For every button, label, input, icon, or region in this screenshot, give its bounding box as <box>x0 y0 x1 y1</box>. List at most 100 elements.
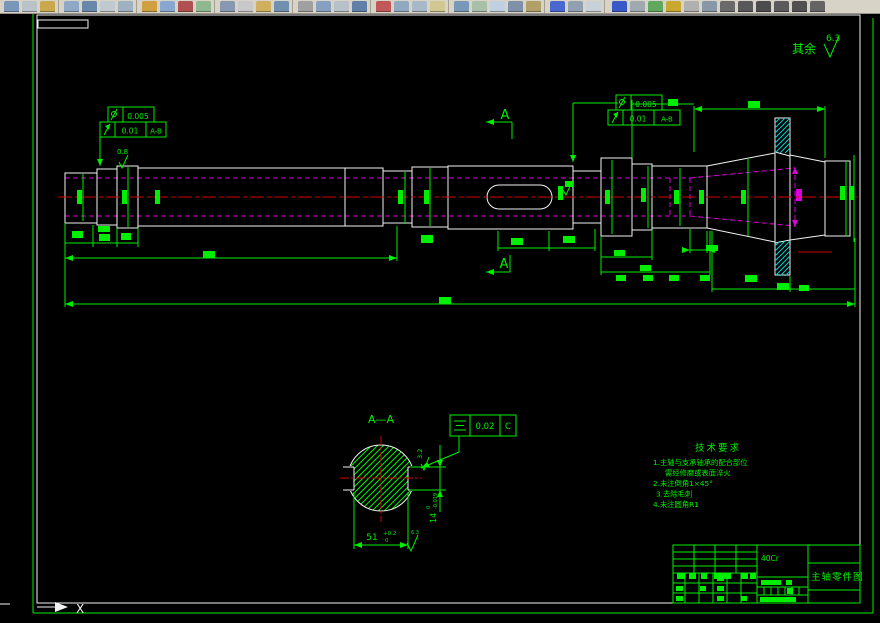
frame-corner-box <box>37 19 89 29</box>
dimension-text-blob <box>643 275 653 281</box>
toolbar-icon[interactable] <box>334 1 349 12</box>
toolbar-icon[interactable] <box>238 1 253 12</box>
toolbar-icon[interactable] <box>64 1 79 12</box>
title-block-text-blob <box>700 586 706 591</box>
toolbar-icon[interactable] <box>220 1 235 12</box>
toolbar-icon[interactable] <box>792 1 807 12</box>
title-block-text-blob <box>761 580 781 585</box>
toolbar-icon[interactable] <box>666 1 681 12</box>
toolbar-icon[interactable] <box>472 1 487 12</box>
dimension-text-blob <box>640 265 651 271</box>
title-block-text-blob <box>750 573 756 579</box>
dimension-text-blob <box>98 226 110 232</box>
dimension-text-blob <box>614 250 625 256</box>
toolbar-icon[interactable] <box>100 1 115 12</box>
dim-across-flats-tol-dn: 0 <box>385 538 389 544</box>
toolbar-icon[interactable] <box>702 1 717 12</box>
toolbar-icon[interactable] <box>412 1 427 12</box>
dimension-text-blob <box>748 101 760 108</box>
toolbar-separator <box>544 0 545 13</box>
toolbar-icon[interactable] <box>630 1 645 12</box>
dimension-text-blob <box>439 297 451 304</box>
toolbar-separator <box>214 0 215 13</box>
dimension-text-blob <box>155 190 160 204</box>
toolbar-icon[interactable] <box>526 1 541 12</box>
toolbar-icon[interactable] <box>430 1 445 12</box>
toolbar-icon[interactable] <box>550 1 565 12</box>
toolbar-separator <box>292 0 293 13</box>
dimension-text-blob <box>121 233 131 240</box>
toolbar-icon[interactable] <box>142 1 157 12</box>
toolbar-icon[interactable] <box>454 1 469 12</box>
toolbar-separator <box>370 0 371 13</box>
toolbar-icon[interactable] <box>82 1 97 12</box>
tech-req-line: 1.主轴与支承轴承的配合部位 <box>653 458 748 467</box>
surface-roughness-note: 其余 6.3 <box>792 34 840 59</box>
toolbar-icon[interactable] <box>756 1 771 12</box>
material: 40Cr <box>761 554 780 563</box>
toolbar[interactable] <box>0 0 880 14</box>
gdt-section-value: 0.02 <box>476 422 495 432</box>
ucs-icon: X <box>0 602 84 616</box>
toolbar-icon[interactable] <box>40 1 55 12</box>
title-block-text-blob <box>676 586 683 591</box>
toolbar-icon[interactable] <box>118 1 133 12</box>
surface-note-value: 6.3 <box>826 34 840 44</box>
toolbar-icon[interactable] <box>612 1 627 12</box>
dimension-text-blob <box>668 99 678 106</box>
toolbar-icon[interactable] <box>508 1 523 12</box>
toolbar-icon[interactable] <box>178 1 193 12</box>
dimension-text-blob <box>799 285 809 291</box>
dimension-arrows <box>65 106 855 307</box>
toolbar-icon[interactable] <box>810 1 825 12</box>
dimension-text-blob <box>122 190 127 204</box>
toolbar-icon[interactable] <box>274 1 289 12</box>
toolbar-icon[interactable] <box>394 1 409 12</box>
roughness-section-bottom: 6.3 <box>411 530 419 536</box>
dimension-text-blob <box>674 190 679 204</box>
toolbar-icon[interactable] <box>160 1 175 12</box>
gdt-frame-section: 0.02 C <box>420 414 517 469</box>
toolbar-icon[interactable] <box>490 1 505 12</box>
drawing-title: 主轴零件图 <box>811 571 864 583</box>
toolbar-icon[interactable] <box>352 1 367 12</box>
toolbar-icon[interactable] <box>4 1 19 12</box>
toolbar-icon[interactable] <box>256 1 271 12</box>
autocad-window: { "surface_note": { "prefix": "其余", "val… <box>0 0 880 623</box>
tech-req-line: 需经修磨或表面淬火 <box>665 469 731 478</box>
dimension-text-blob <box>605 190 610 204</box>
toolbar-icon[interactable] <box>774 1 789 12</box>
dimension-text-blob <box>840 186 845 200</box>
dimension-text-blob <box>616 275 626 281</box>
section-cut-marker-bottom: A <box>486 255 511 275</box>
tech-req-title: 技术要求 <box>695 442 741 454</box>
drawing-canvas[interactable]: 其余 6.3 0.8 0.005 0.01 A-B 0.005 0.01 A-B… <box>0 0 880 623</box>
toolbar-icon[interactable] <box>738 1 753 12</box>
technical-requirements: 技术要求 1.主轴与支承轴承的配合部位 需经修磨或表面淬火 2.未注倒角1×45… <box>653 442 748 509</box>
dimensions <box>64 99 856 602</box>
title-block-text-blob <box>786 580 792 585</box>
toolbar-icon[interactable] <box>196 1 211 12</box>
gdt-section-datum: C <box>505 422 511 432</box>
title-block-text-blob <box>701 573 707 579</box>
dimension-text-blob <box>669 275 679 281</box>
toolbar-icon[interactable] <box>22 1 37 12</box>
toolbar-separator <box>58 0 59 13</box>
title-block-text-blob <box>741 573 748 579</box>
toolbar-icon[interactable] <box>376 1 391 12</box>
dimension-text-blob <box>700 275 710 281</box>
tech-req-line: 3.去除毛刺 <box>656 490 692 499</box>
dimension-text-blob <box>641 188 646 202</box>
dim-key-width: 14 <box>429 513 438 523</box>
toolbar-icon[interactable] <box>298 1 313 12</box>
toolbar-icon[interactable] <box>720 1 735 12</box>
section-cut-marker-top: A <box>486 108 513 139</box>
toolbar-icon[interactable] <box>648 1 663 12</box>
toolbar-icon[interactable] <box>684 1 699 12</box>
toolbar-icon[interactable] <box>568 1 583 12</box>
toolbar-icon[interactable] <box>316 1 331 12</box>
gdt-left-r1: 0.005 <box>127 112 149 121</box>
dimension-text-blob <box>741 190 746 204</box>
toolbar-icon[interactable] <box>586 1 601 12</box>
dimension-text-blob <box>421 235 433 243</box>
